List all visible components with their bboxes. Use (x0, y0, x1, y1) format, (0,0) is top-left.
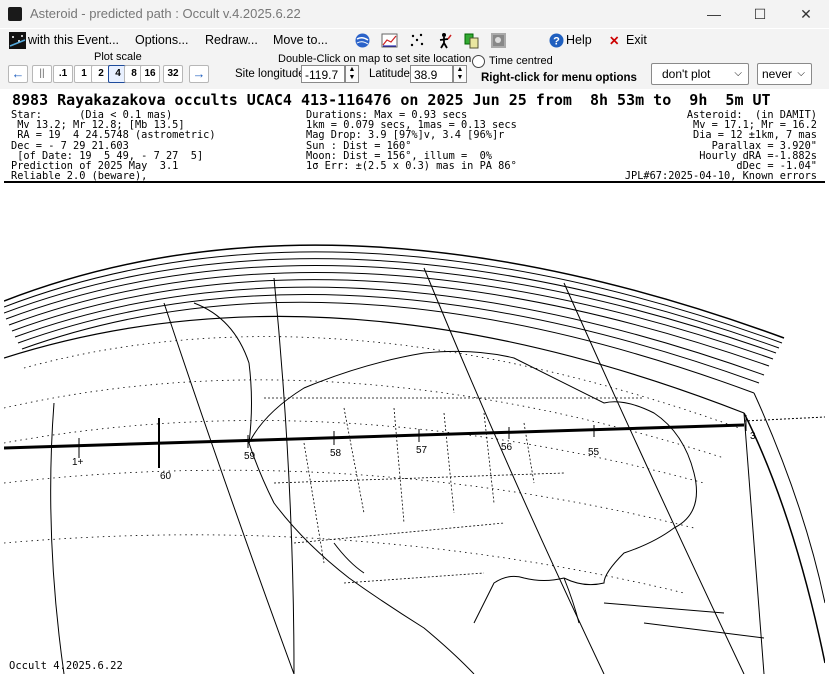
menu-move-to[interactable]: Move to... (273, 33, 328, 47)
scale-button-0.1[interactable]: .1 (53, 65, 73, 83)
globe-limb (3, 244, 826, 664)
detail-line: JPL#67:2025-04-10, Known errors (624, 170, 817, 181)
time-label: 60 (160, 471, 172, 482)
exit-x-icon[interactable]: ✕ (609, 33, 619, 48)
site-longitude-spinner[interactable]: ▲ ▼ (345, 65, 359, 83)
time-label: 3 (750, 431, 756, 442)
svg-text:?: ? (553, 36, 560, 48)
pause-button[interactable]: || (32, 65, 52, 83)
time-label: 1+ (72, 457, 84, 468)
detail-line: 1σ Err: ±(2.5 x 0.3) mas in PA 86° (306, 160, 517, 172)
never-select-value: never (762, 67, 793, 81)
image-icon[interactable] (490, 32, 507, 49)
double-click-hint: Double-Click on map to set site location (278, 53, 472, 65)
time-label: 59 (244, 451, 256, 462)
title-bar: Asteroid - predicted path : Occult v.4.2… (0, 0, 829, 28)
chevron-down-icon: ⌵ (797, 68, 805, 79)
latitude-spinner[interactable]: ▲ ▼ (453, 65, 467, 83)
graticule (3, 336, 740, 594)
maximize-button[interactable]: ☐ (737, 0, 783, 28)
map-svg[interactable]: 1+ 60 59 58 57 56 55 3 (3, 183, 826, 675)
footer-version: Occult 4.2025.6.22 (9, 660, 123, 672)
site-longitude-input[interactable]: -119.7 (301, 65, 345, 83)
plot-select-value: don't plot (662, 67, 711, 81)
help-icon[interactable]: ? (548, 32, 565, 49)
event-title: 8983 Rayakazakova occults UCAC4 413-1164… (12, 91, 771, 109)
scale-button-16[interactable]: 16 (140, 65, 160, 83)
time-centred-radio[interactable] (472, 55, 485, 68)
latitude-input[interactable]: 38.9 (410, 65, 453, 83)
scale-button-32[interactable]: 32 (163, 65, 183, 83)
latitude-label: Latitude (369, 68, 410, 80)
time-label: 57 (416, 445, 428, 456)
plot-select[interactable]: don't plot ⌵ (651, 63, 749, 85)
map-canvas[interactable]: 1+ 60 59 58 57 56 55 3 (3, 181, 826, 675)
plot-scale-label: Plot scale (94, 51, 142, 63)
menu-options[interactable]: Options... (135, 33, 189, 47)
globe-icon[interactable] (354, 32, 371, 49)
time-label: 55 (588, 447, 600, 458)
minimize-button[interactable]: — (691, 0, 737, 28)
extension-line (743, 416, 826, 422)
copy-icon[interactable] (463, 32, 480, 49)
menu-event[interactable]: with this Event... (28, 33, 119, 47)
menu-exit[interactable]: Exit (626, 33, 647, 47)
time-label: 56 (501, 442, 513, 453)
site-longitude-label: Site longitude (235, 68, 305, 80)
menu-redraw[interactable]: Redraw... (205, 33, 258, 47)
app-icon (8, 7, 22, 21)
close-window-button[interactable]: ✕ (783, 0, 829, 28)
scroll-right-button[interactable]: → (189, 65, 209, 83)
coastline (193, 302, 765, 675)
meridians (50, 267, 765, 675)
borders (264, 397, 644, 584)
right-click-hint: Right-click for menu options (481, 72, 637, 84)
menu-bar: with this Event... Options... Redraw... … (0, 29, 829, 53)
dots-icon[interactable] (409, 32, 426, 49)
chart-icon[interactable] (381, 32, 398, 49)
time-label: 58 (330, 448, 342, 459)
menu-help[interactable]: Help (566, 33, 592, 47)
detail-line: Reliable 2.0 (beware), (11, 170, 148, 181)
scroll-left-button[interactable]: ← (8, 65, 28, 83)
event-icon[interactable] (9, 32, 26, 49)
window-title: Asteroid - predicted path : Occult v.4.2… (30, 6, 301, 21)
chevron-down-icon: ⌵ (734, 68, 742, 79)
observer-icon[interactable] (436, 32, 453, 49)
toolbar: ← || Plot scale .1 1 2 4 8 16 32 → Doubl… (0, 51, 829, 89)
event-details: 8983 Rayakazakova occults UCAC4 413-1164… (0, 89, 829, 181)
time-centred-label: Time centred (489, 55, 553, 67)
never-select[interactable]: never ⌵ (757, 63, 812, 85)
